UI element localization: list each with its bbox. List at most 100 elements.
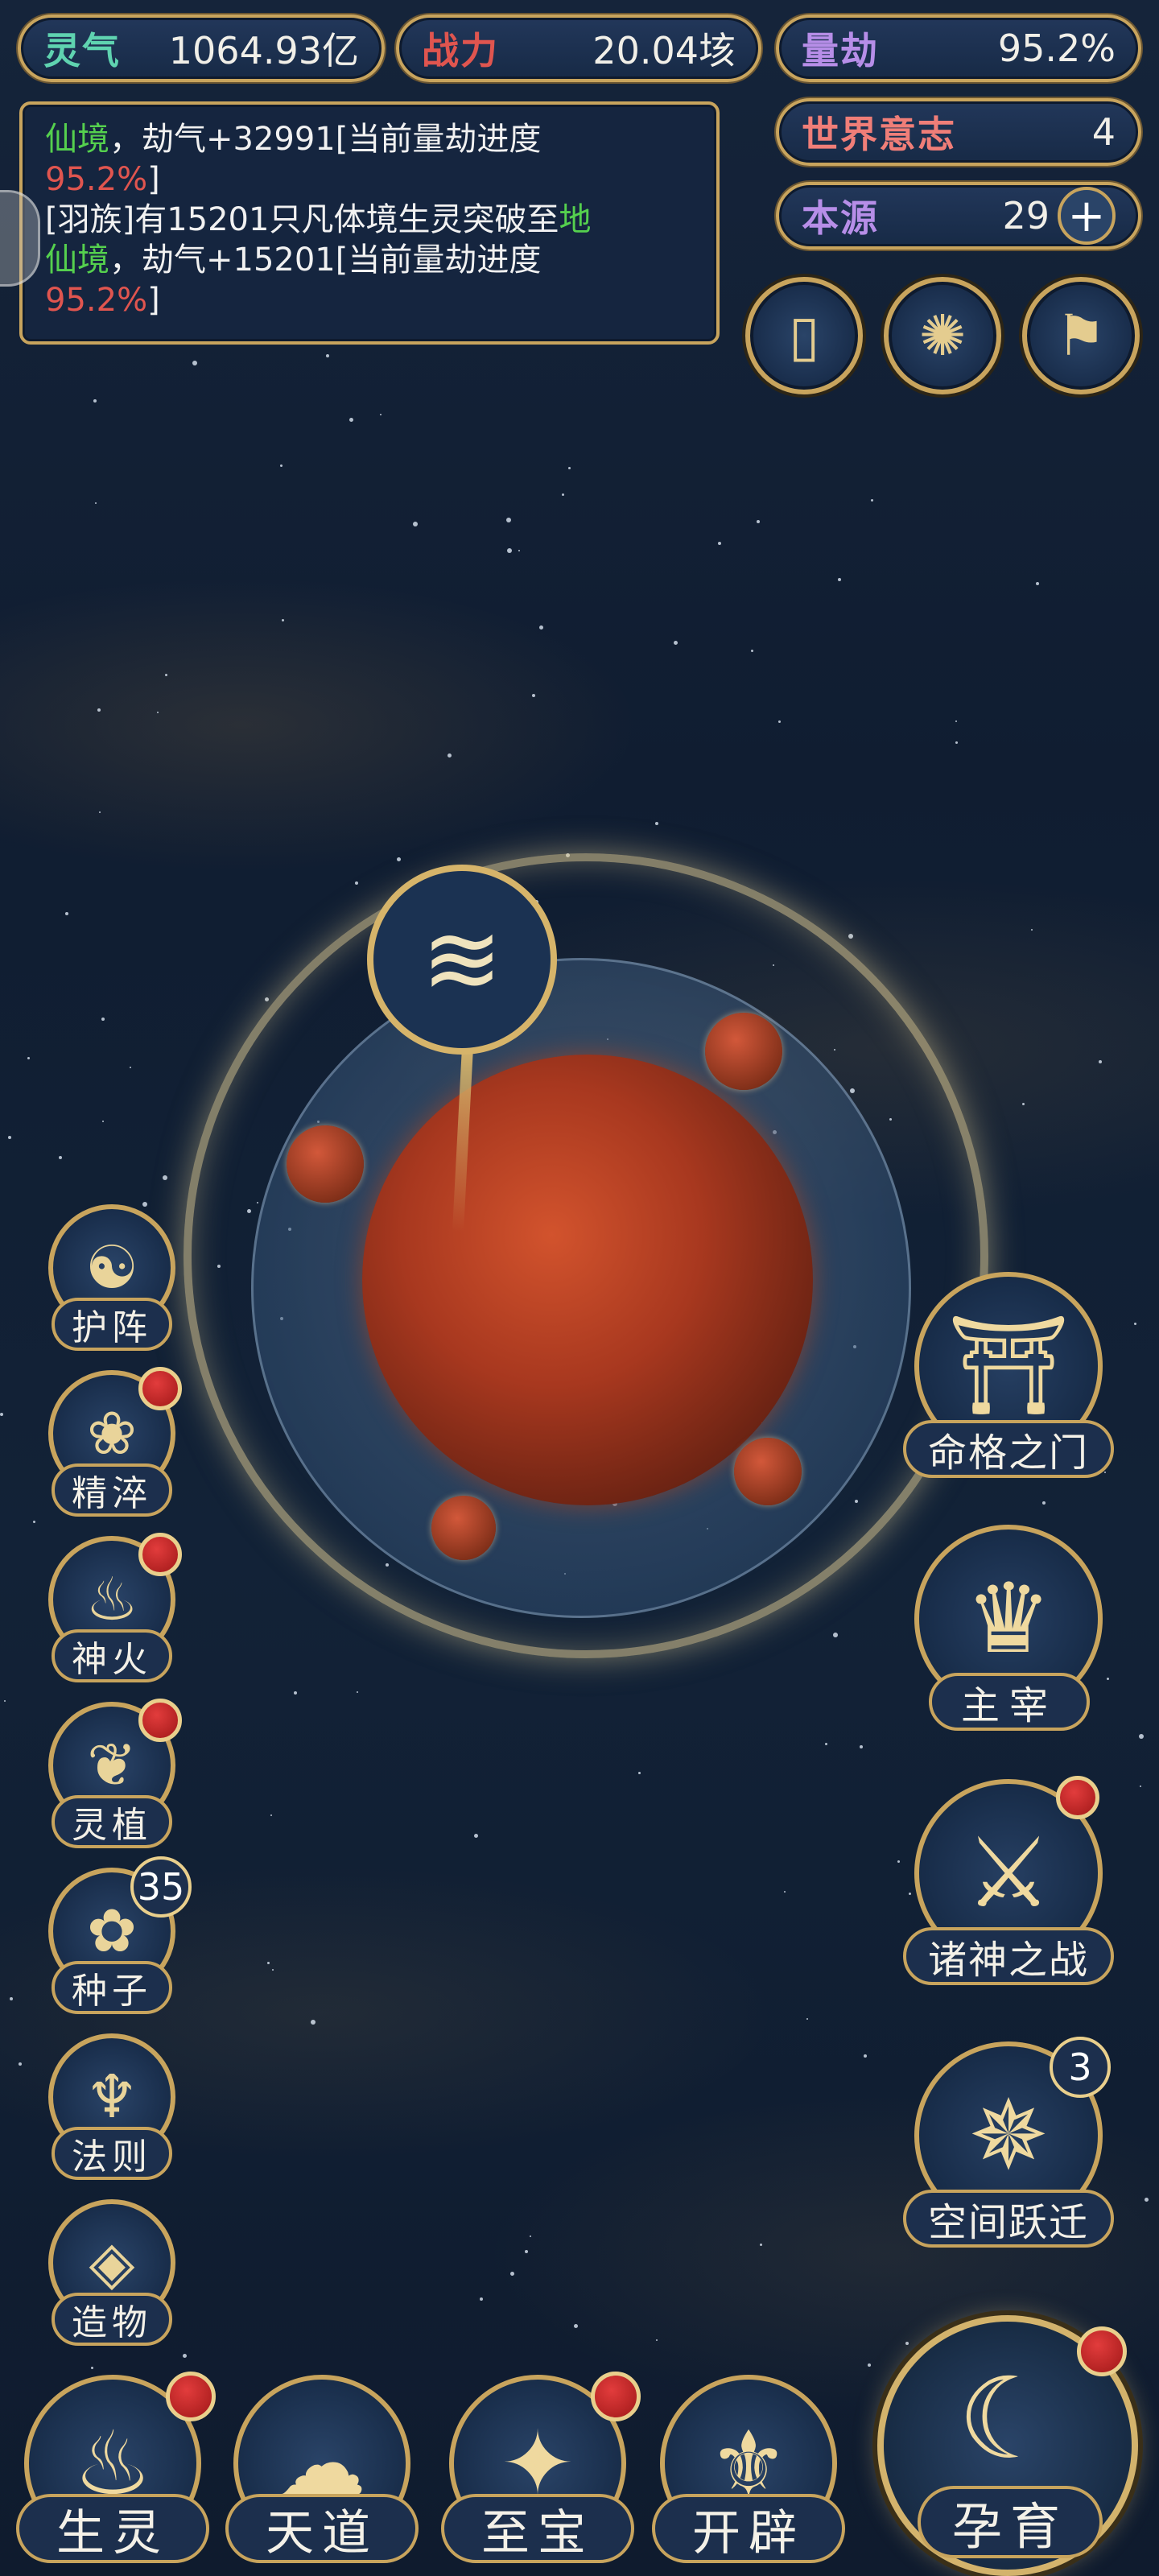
notification-dot [1056, 1776, 1099, 1819]
star [272, 1969, 274, 1971]
menu-label: 造物 [52, 2293, 172, 2346]
stat-zhanli: 战力 20.04垓 [396, 14, 761, 82]
stat-value: 29 [1002, 194, 1050, 237]
star [510, 2272, 514, 2276]
event-log[interactable]: 仙境，劫气+32991[当前量劫进度 95.2%] [羽族]有15201只凡体境… [19, 101, 720, 345]
wave-marker[interactable]: ≋ [367, 865, 557, 1055]
star [518, 550, 520, 551]
menu-zhibao[interactable]: ✦ 至宝 [433, 2359, 642, 2576]
star [33, 1521, 35, 1523]
star [8, 1136, 11, 1139]
menu-shengling[interactable]: ♨ 生灵 [8, 2359, 217, 2576]
log-text: ，劫气+15201[当前量劫进度 [109, 242, 542, 279]
menu-zhushen-war[interactable]: ⚔ 诸神之战 [900, 1776, 1117, 2021]
star [778, 720, 781, 723]
star [507, 548, 512, 553]
menu-lingzhi[interactable]: ❦ 灵植 [43, 1699, 182, 1855]
menu-zhongzi[interactable]: ✿ 种子 35 [43, 1856, 192, 2021]
menu-zaowu[interactable]: ◈ 造物 [43, 2199, 180, 2352]
menu-label: 开辟 [652, 2494, 845, 2563]
star [10, 1997, 13, 2000]
notification-dot [138, 1699, 182, 1742]
notification-dot [138, 1367, 182, 1410]
vortex-button[interactable]: ✺ [884, 277, 1001, 394]
star [655, 822, 658, 825]
star [860, 1745, 863, 1748]
star [751, 650, 753, 652]
star [102, 1121, 104, 1122]
star [1036, 582, 1039, 585]
menu-huzhen[interactable]: ☯ 护阵 [43, 1204, 180, 1357]
menu-space-jump[interactable]: ✵ 空间跃迁 3 [900, 2037, 1117, 2283]
star [480, 2297, 483, 2301]
log-highlight: 仙境 [45, 121, 109, 158]
star [674, 641, 678, 645]
menu-tiandao[interactable]: ☁ 天道 [217, 2359, 427, 2576]
star [19, 2062, 22, 2066]
star [448, 753, 452, 758]
star [784, 1891, 786, 1893]
breed-button[interactable]: ☾ 孕育 [869, 2315, 1148, 2576]
star [326, 354, 329, 357]
star [562, 493, 564, 496]
stat-label: 灵气 [43, 29, 121, 72]
star [532, 694, 535, 697]
menu-zhuzai[interactable]: ♛ 主宰 [900, 1525, 1117, 1766]
menu-kaipi[interactable]: ⚜ 开辟 [644, 2359, 853, 2576]
star [311, 2020, 316, 2025]
plus-icon[interactable]: + [1058, 187, 1116, 245]
menu-shenhuo[interactable]: ♨ 神火 [43, 1533, 182, 1689]
star [265, 997, 269, 1001]
star [99, 811, 101, 813]
menu-label: 种子 [52, 1961, 172, 2014]
star [413, 522, 418, 526]
scroll-icon: ▯ [788, 303, 820, 369]
star [397, 857, 401, 861]
star [1031, 929, 1033, 931]
menu-label: 神火 [52, 1629, 172, 1682]
star [27, 1057, 30, 1059]
menu-label: 诸神之战 [903, 1927, 1114, 1985]
menu-label: 命格之门 [903, 1420, 1114, 1478]
menu-mingge-gate[interactable]: ⛩ 命格之门 [900, 1272, 1117, 1513]
menu-faze[interactable]: ♆ 法则 [43, 2033, 180, 2186]
menu-label: 至宝 [441, 2494, 634, 2563]
count-badge: 3 [1050, 2037, 1111, 2098]
star [1139, 1734, 1144, 1739]
stat-label: 本源 [802, 196, 879, 240]
stat-label: 战力 [422, 29, 499, 72]
log-line: [羽族]有15201只凡体境生灵突破至地 仙境，劫气+15201[当前量劫进度 … [45, 200, 694, 320]
star [101, 1018, 105, 1021]
flag-button[interactable]: ⚑ [1022, 277, 1140, 394]
log-highlight: 地 [559, 201, 592, 238]
star [574, 2324, 578, 2328]
star [0, 1413, 3, 1416]
log-progress: 95.2% [45, 161, 148, 198]
star [806, 2018, 808, 2020]
stat-label: 量劫 [802, 29, 879, 72]
star [825, 1743, 827, 1745]
star [539, 625, 543, 630]
scroll-button[interactable]: ▯ [745, 277, 863, 394]
star [864, 2054, 867, 2058]
log-highlight: 仙境 [45, 242, 109, 279]
notification-dot [138, 1533, 182, 1576]
stat-lianjie[interactable]: 量劫 95.2% [776, 14, 1141, 82]
log-text-end: ] [147, 282, 160, 319]
stat-label: 世界意志 [802, 113, 956, 156]
star [97, 708, 101, 712]
stat-shijie[interactable]: 世界意志 4 [776, 98, 1141, 166]
moon [287, 1125, 364, 1203]
star [4, 1700, 6, 1702]
side-collapse-tab[interactable] [0, 190, 40, 287]
planet[interactable] [362, 1055, 813, 1505]
stat-value: 20.04垓 [592, 29, 736, 72]
menu-label: 主宰 [929, 1673, 1090, 1731]
log-text: [羽族]有15201只凡体境生灵突破至 [45, 201, 559, 238]
star [349, 418, 353, 422]
star [757, 520, 760, 523]
notification-dot [591, 2372, 641, 2421]
star [1140, 1785, 1141, 1787]
menu-jingcui[interactable]: ❀ 精淬 [43, 1367, 182, 1523]
log-progress: 95.2% [45, 282, 148, 319]
